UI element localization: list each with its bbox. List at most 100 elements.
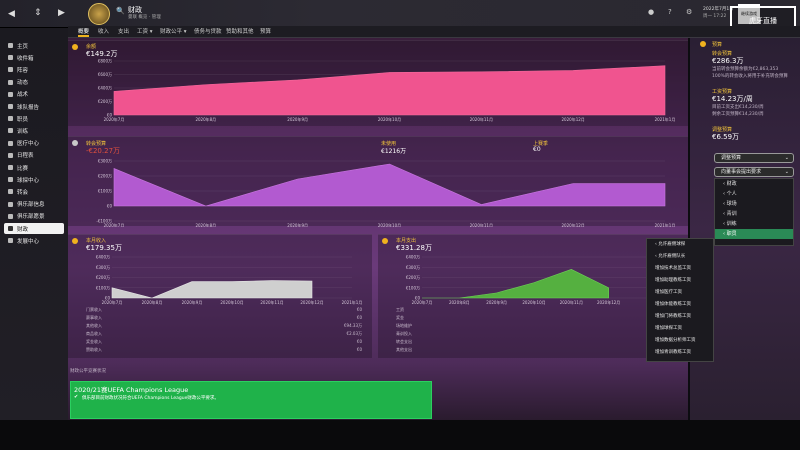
breakdown-label: 奖金收入 <box>86 339 102 344</box>
wage-value: €14.23万/周 <box>712 95 753 103</box>
trophy-icon[interactable]: ● <box>648 8 654 16</box>
tab-debt[interactable]: 债务与贷款 <box>194 27 222 37</box>
home-icon <box>8 43 13 48</box>
uefa-text: 俱乐部目前财政状况符合UEFA Champions League财政公平要求。 <box>82 396 219 401</box>
x-tick-label: 2020年8月 <box>195 116 216 122</box>
training-icon <box>8 128 13 134</box>
search-icon[interactable]: 🔍 <box>116 7 125 15</box>
sidebar-item-staff[interactable]: 职员 <box>4 113 64 124</box>
help-icon[interactable]: ? <box>668 8 672 16</box>
sidebar-item-schedule[interactable]: 日程表 <box>4 150 64 161</box>
menu-item-5[interactable]: ‹ 职员 <box>715 229 793 239</box>
wage-note-1: 目前工资支出€14,230/周 <box>712 105 764 110</box>
breakdown-value: €2.03万 <box>346 331 362 336</box>
remaining-value: €286.3万 <box>712 57 744 65</box>
request-item-0[interactable]: ‹ 允许雇佣球探 <box>647 239 713 251</box>
back-icon[interactable]: ◀ <box>8 9 15 19</box>
x-tick-label: 2020年7月 <box>104 116 125 122</box>
request-item-label: 增加助理教练工资 <box>655 278 691 283</box>
request-item-8[interactable]: 增加数据分析师工资 <box>647 335 713 347</box>
breakdown-label: 青训投入 <box>396 331 412 336</box>
settings-icon[interactable]: ⚙ <box>686 8 692 16</box>
request-item-label: 增加球探工资 <box>655 326 682 331</box>
breakdown-value: €0 <box>356 307 362 312</box>
inbox-icon <box>8 55 13 61</box>
x-tick-label: 2020年11月 <box>260 299 283 305</box>
team-report-icon <box>8 104 13 109</box>
sidebar-item-medical[interactable]: 医疗中心 <box>4 138 64 149</box>
tactics-icon <box>8 91 13 97</box>
medical-icon <box>8 140 13 146</box>
sidebar-item-development[interactable]: 发展中心 <box>4 235 64 246</box>
x-tick-label: 2021年1月 <box>655 116 676 122</box>
menu-item-1[interactable]: ‹ 个人 <box>715 189 793 199</box>
tab-ffp[interactable]: 财政公平 ▾ <box>160 27 187 37</box>
tab-income[interactable]: 收入 <box>98 27 109 37</box>
request-item-label: 增加医疗工资 <box>655 290 682 295</box>
sidebar-item-match[interactable]: 比赛 <box>4 162 64 173</box>
sidebar-item-scouting[interactable]: 球探中心 <box>4 174 64 185</box>
history-icon[interactable]: ⇕ <box>34 8 42 18</box>
menu-item-0[interactable]: ‹ 财政 <box>715 179 793 189</box>
forward-icon[interactable]: ▶ <box>58 8 65 18</box>
income-card: 本月收入 €179.35万 €400万 €300万 €200万 €100万 €0 2020… <box>68 234 372 358</box>
remaining-note-1: 当前转会预算余额为€2,863,353 <box>712 67 779 72</box>
x-tick-label: 2020年8月 <box>449 299 470 305</box>
x-tick-label: 2020年11月 <box>470 116 493 122</box>
request-item-2[interactable]: 增加技术总监工资 <box>647 263 713 275</box>
sidebar-item-label: 战术 <box>17 92 29 99</box>
tab-overview[interactable]: 概要 <box>78 27 90 37</box>
request-item-label: 增加技术总监工资 <box>655 266 691 271</box>
transfer-chart: €300万€200万€100万€0-€100万2020年7月 2020年8月 202… <box>96 159 675 228</box>
sidebar-item-team-report[interactable]: 球队报告 <box>4 101 64 112</box>
tab-expense[interactable]: 支出 <box>118 27 129 37</box>
breakdown-value: €94.33万 <box>344 323 362 328</box>
sidebar-item-training[interactable]: 训练 <box>4 125 64 136</box>
sidebar-item-dynamics[interactable]: 动态 <box>4 77 64 88</box>
sidebar-item-club-info[interactable]: 俱乐部信息 <box>4 199 64 210</box>
income-chart: €400万€300万€200万€100万€02020年7月 2020年8月 2020… <box>96 255 363 306</box>
sidebar-item-club-vision[interactable]: 俱乐部愿景 <box>4 211 64 222</box>
request-item-9[interactable]: 增加青训教练工资 <box>647 347 713 359</box>
y-tick-label: €100万 <box>98 189 112 194</box>
adjust-budget-button[interactable]: 调整预算 ⌄ <box>714 153 794 163</box>
sidebar-item-home[interactable]: 主页 <box>4 40 64 51</box>
sidebar-item-label: 职员 <box>17 116 29 123</box>
menu-item-3[interactable]: ‹ 青训 <box>715 209 793 219</box>
breakdown-label: 商品收入 <box>86 331 102 336</box>
ask-board-button[interactable]: 向董事会提出要求 ⌄ <box>714 167 794 177</box>
breakdown-label: 工资 <box>396 307 404 312</box>
sidebar-item-transfers[interactable]: 转会 <box>4 186 64 197</box>
ffp-section-title: 财政公平竞赛状况 <box>70 369 106 374</box>
menu-item-4[interactable]: ‹ 训练 <box>715 219 793 229</box>
menu-item-label: 青训 <box>726 211 737 217</box>
request-item-1[interactable]: ‹ 允许雇佣队长 <box>647 251 713 263</box>
expense-chart: €400万€300万€200万€100万€02020年7月 2020年8月 2020… <box>406 255 646 305</box>
y-tick-label: €400万 <box>406 255 420 260</box>
category-menu: ‹ 财政 ‹ 个人 ‹ 球场 ‹ 青训 ‹ 训练 ‹ 职员 <box>714 178 794 246</box>
y-tick-label: €300万 <box>406 265 420 270</box>
sidebar-item-finances[interactable]: 财政 <box>4 223 64 234</box>
club-vision-icon <box>8 213 13 219</box>
y-tick-label: €200万 <box>96 275 110 280</box>
watermark-label: 虎牙直播 <box>749 17 777 25</box>
x-tick-label: 2020年12月 <box>562 222 585 227</box>
sidebar-item-label: 球队报告 <box>17 104 40 111</box>
request-item-7[interactable]: 增加球探工资 <box>647 323 713 335</box>
adjust-budget-label: 调整预算 <box>721 155 742 161</box>
request-item-5[interactable]: 增加体能教练工资 <box>647 299 713 311</box>
expense-card: 本月支出 €331.28万 €400万 €300万 €200万 €100万 €0 2020… <box>378 234 688 358</box>
tab-sponsorship[interactable]: 赞助和其他 <box>226 27 254 37</box>
request-item-4[interactable]: 增加医疗工资 <box>647 287 713 299</box>
sidebar-item-tactics[interactable]: 战术 <box>4 89 64 100</box>
x-tick-label: 2020年11月 <box>560 299 583 305</box>
tab-wages[interactable]: 工资 ▾ <box>137 27 153 37</box>
tab-budget[interactable]: 预算 <box>260 27 271 37</box>
request-item-6[interactable]: 增加门将教练工资 <box>647 311 713 323</box>
x-tick-label: 2020年11月 <box>470 222 493 227</box>
sidebar-item-inbox[interactable]: 收件箱 <box>4 52 64 63</box>
request-item-3[interactable]: 增加助理教练工资 <box>647 275 713 287</box>
sidebar-item-squad[interactable]: 阵容 <box>4 64 64 75</box>
menu-item-2[interactable]: ‹ 球场 <box>715 199 793 209</box>
squad-icon <box>8 67 13 73</box>
